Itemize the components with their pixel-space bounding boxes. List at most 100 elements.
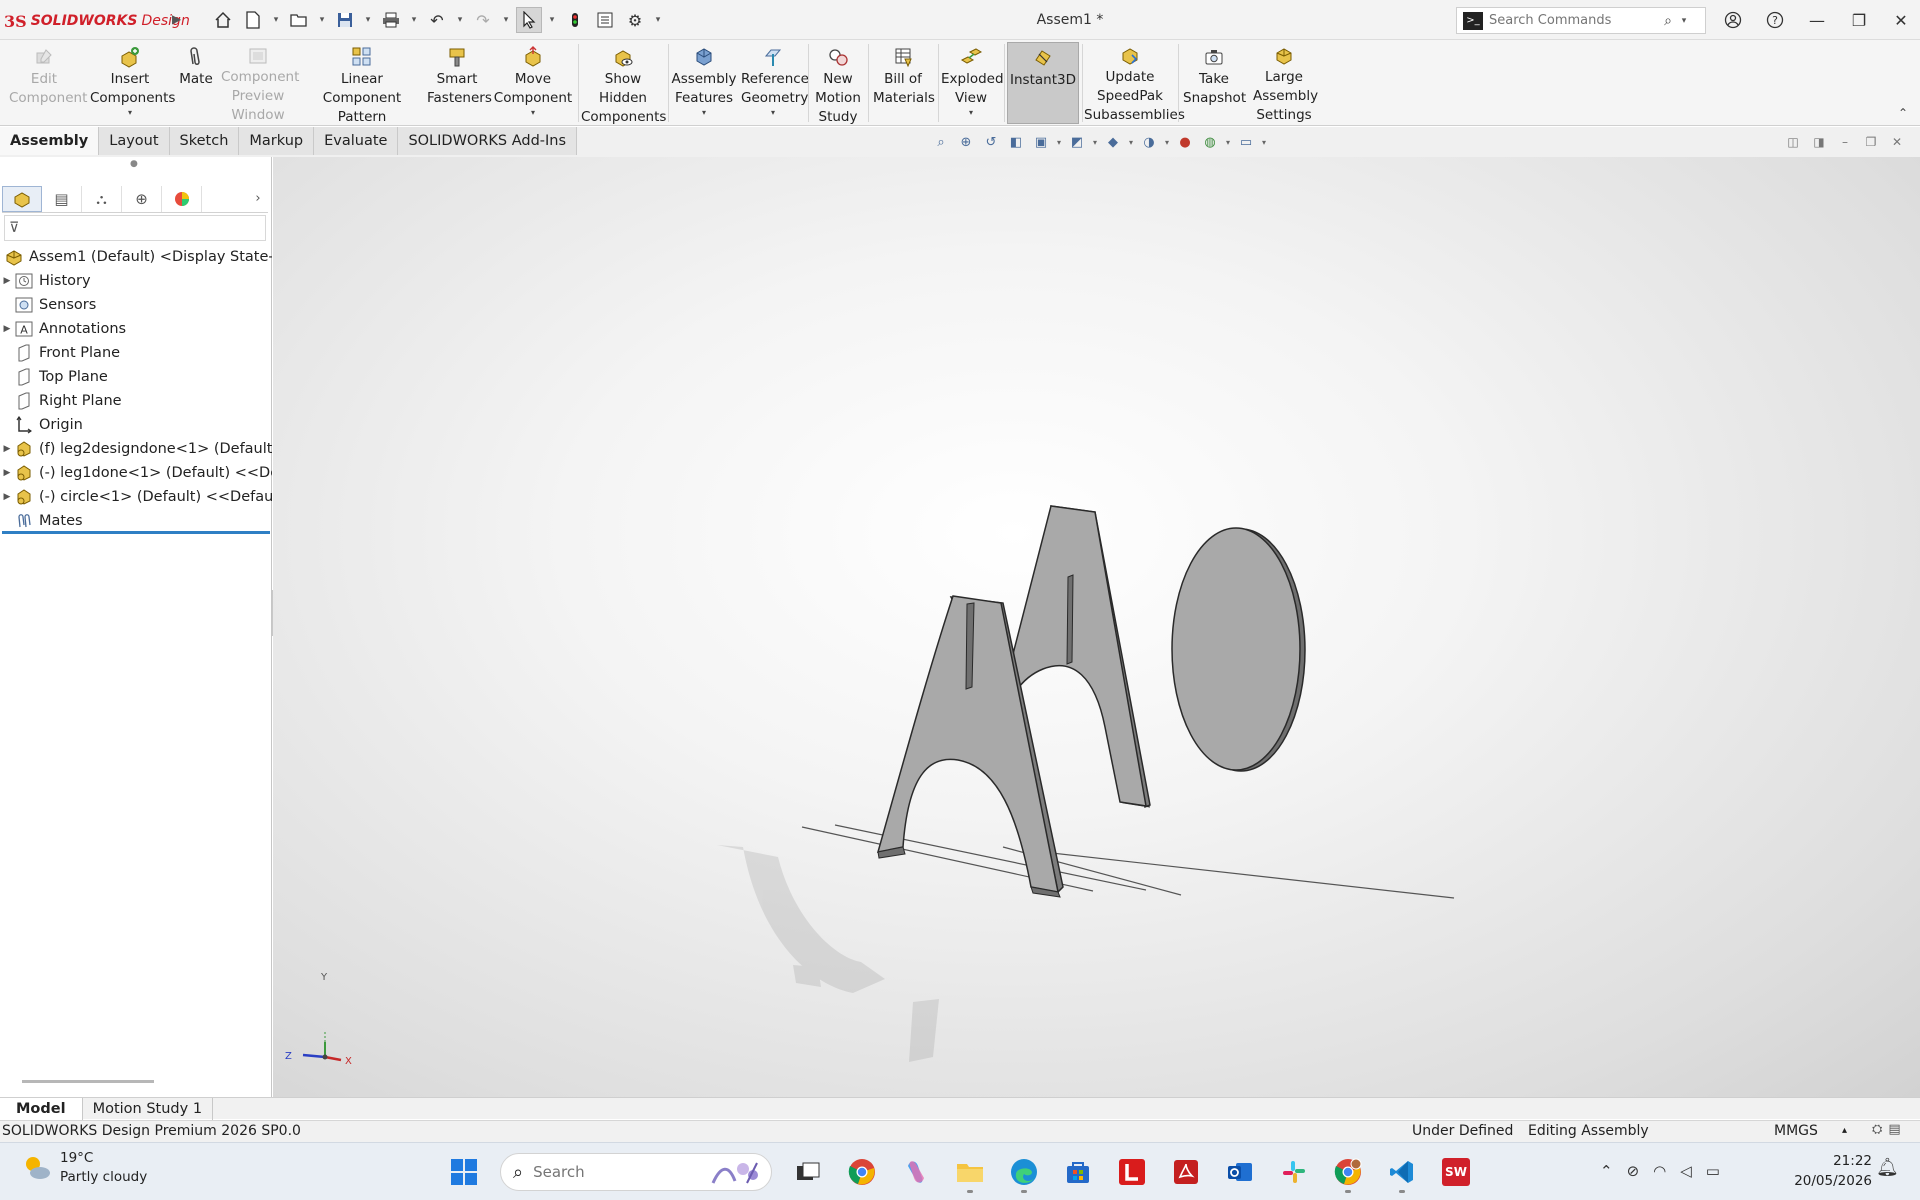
- taskbar-search[interactable]: ⌕: [500, 1153, 772, 1191]
- minimize-icon[interactable]: —: [1798, 6, 1836, 34]
- undo-dropdown-icon[interactable]: ▾: [454, 15, 466, 25]
- doc-restore-icon[interactable]: ❐: [1862, 133, 1880, 151]
- model-viewport[interactable]: [273, 157, 1920, 1097]
- scene-dropdown-icon[interactable]: ▾: [1224, 138, 1232, 147]
- configuration-manager-tab-icon[interactable]: ⛬: [82, 185, 122, 212]
- linear-pattern-button[interactable]: Linear Component Pattern ▾: [300, 42, 424, 136]
- save-icon[interactable]: [332, 7, 358, 33]
- search-dropdown-icon[interactable]: ▾: [1677, 16, 1691, 26]
- dynamic-annotation-icon[interactable]: ▣: [1030, 132, 1052, 152]
- expand-arrow-icon[interactable]: ▶: [0, 468, 14, 478]
- windows-start-icon[interactable]: [442, 1150, 486, 1194]
- previous-view-icon[interactable]: ↺: [980, 132, 1002, 152]
- options-dropdown-icon[interactable]: ▾: [652, 15, 664, 25]
- move-component-button[interactable]: Move Component ▾: [490, 42, 576, 124]
- vscode-icon[interactable]: [1380, 1150, 1424, 1194]
- tree-filter[interactable]: ⊽: [4, 215, 266, 241]
- task-view-icon[interactable]: [786, 1150, 830, 1194]
- onedrive-offline-icon[interactable]: ⊘: [1627, 1162, 1640, 1180]
- undo-icon[interactable]: ↶: [424, 7, 450, 33]
- new-dropdown-icon[interactable]: ▾: [270, 15, 282, 25]
- expand-arrow-icon[interactable]: ▶: [0, 276, 14, 286]
- view-settings-icon[interactable]: ▭: [1235, 132, 1257, 152]
- solidworks-taskbar-icon[interactable]: SW: [1434, 1150, 1478, 1194]
- microsoft-store-icon[interactable]: [1056, 1150, 1100, 1194]
- chrome-icon[interactable]: [840, 1150, 884, 1194]
- view-dropdown-icon[interactable]: ▾: [1055, 138, 1063, 147]
- tree-item-part-leg2[interactable]: ▶ (f) leg2designdone<1> (Default): [0, 437, 272, 461]
- tree-item-mates[interactable]: Mates: [0, 509, 272, 533]
- tags-icon[interactable]: ▤: [1888, 1122, 1900, 1137]
- move-component-dropdown-icon[interactable]: ▾: [531, 108, 535, 118]
- zoom-to-fit-icon[interactable]: ⌕: [930, 132, 952, 152]
- home-icon[interactable]: [210, 7, 236, 33]
- search-commands-input[interactable]: [1489, 13, 1659, 28]
- tree-item-front-plane[interactable]: Front Plane: [0, 341, 272, 365]
- panel-grip-icon[interactable]: ●: [130, 159, 138, 169]
- tile-left-icon[interactable]: ◫: [1784, 133, 1802, 151]
- instant3d-button[interactable]: Instant3D: [1007, 42, 1079, 124]
- update-speedpak-button[interactable]: Update SpeedPak Subassemblies: [1084, 42, 1185, 124]
- new-motion-study-button[interactable]: New Motion Study: [810, 42, 866, 125]
- rebuild-icon[interactable]: [562, 7, 588, 33]
- doc-minimize-icon[interactable]: –: [1836, 133, 1854, 151]
- rollback-bar[interactable]: [2, 531, 270, 534]
- units-dropdown-icon[interactable]: ▴: [1842, 1125, 1847, 1136]
- section-view-icon[interactable]: ◧: [1005, 132, 1027, 152]
- tree-item-history[interactable]: ▶ History: [0, 269, 272, 293]
- tree-item-part-leg1[interactable]: ▶ (-) leg1done<1> (Default) <<Default>_D…: [0, 461, 272, 485]
- property-manager-tab-icon[interactable]: ▤: [42, 185, 82, 212]
- show-hidden-icons-icon[interactable]: ⌃: [1600, 1162, 1613, 1180]
- pdf-reader-icon[interactable]: [1164, 1150, 1208, 1194]
- orientation-dropdown-icon[interactable]: ▾: [1091, 138, 1099, 147]
- unit-system[interactable]: MMGS: [1774, 1123, 1818, 1139]
- wifi-icon[interactable]: ◠: [1653, 1162, 1666, 1180]
- solidworks-logo[interactable]: 3S SOLIDWORKS Design: [4, 10, 190, 32]
- hide-show-items-icon[interactable]: ◑: [1138, 132, 1160, 152]
- menu-expand-icon[interactable]: ▶: [172, 12, 181, 26]
- slack-icon[interactable]: [1272, 1150, 1316, 1194]
- view-settings-dropdown-icon[interactable]: ▾: [1260, 138, 1268, 147]
- zoom-to-area-icon[interactable]: ⊕: [955, 132, 977, 152]
- print-icon[interactable]: [378, 7, 404, 33]
- expand-arrow-icon[interactable]: ▶: [0, 324, 14, 334]
- close-icon[interactable]: ✕: [1882, 6, 1920, 34]
- tab-assembly[interactable]: Assembly: [0, 127, 100, 155]
- display-manager-tab-icon[interactable]: [162, 185, 202, 212]
- expand-arrow-icon[interactable]: ▶: [0, 444, 14, 454]
- assembly-features-dropdown-icon[interactable]: ▾: [702, 108, 706, 118]
- apply-scene-icon[interactable]: ◍: [1199, 132, 1221, 152]
- save-dropdown-icon[interactable]: ▾: [362, 15, 374, 25]
- edge-icon[interactable]: [1002, 1150, 1046, 1194]
- volume-icon[interactable]: ◁: [1680, 1162, 1692, 1180]
- part-circle[interactable]: [1171, 527, 1306, 772]
- tree-item-top-plane[interactable]: Top Plane: [0, 365, 272, 389]
- tree-horizontal-scrollbar[interactable]: [22, 1080, 154, 1083]
- filter-icon[interactable]: ⊽: [9, 220, 19, 236]
- bill-of-materials-button[interactable]: Bill of Materials: [870, 42, 936, 124]
- system-clock[interactable]: 21:22 20/05/2026: [1778, 1151, 1872, 1191]
- graphics-area[interactable]: Y X Z ⌂ ⛁ ▱ ▦ ◕ ☰ ⧉: [273, 157, 1920, 1097]
- search-commands-box[interactable]: >_ ⌕ ▾: [1456, 7, 1706, 34]
- file-explorer-taskbar-icon[interactable]: [948, 1150, 992, 1194]
- mate-button[interactable]: Mate: [176, 42, 216, 124]
- exploded-view-button[interactable]: Exploded View ▾: [940, 42, 1004, 124]
- insert-components-button[interactable]: Insert Components ▾: [86, 42, 175, 124]
- tab-markup[interactable]: Markup: [239, 127, 315, 155]
- redo-icon[interactable]: ↷: [470, 7, 496, 33]
- expand-arrow-icon[interactable]: ▶: [0, 492, 14, 502]
- options-gear-icon[interactable]: ⚙: [622, 7, 648, 33]
- show-hidden-button[interactable]: Show Hidden Components: [580, 42, 666, 125]
- tree-filter-input[interactable]: [25, 220, 246, 236]
- exploded-view-dropdown-icon[interactable]: ▾: [969, 108, 973, 118]
- redo-dropdown-icon[interactable]: ▾: [500, 15, 512, 25]
- print-dropdown-icon[interactable]: ▾: [408, 15, 420, 25]
- tree-item-origin[interactable]: Origin: [0, 413, 272, 437]
- tree-item-sensors[interactable]: Sensors: [0, 293, 272, 317]
- chrome-profile-icon[interactable]: [1326, 1150, 1370, 1194]
- notifications-bell-icon[interactable]: 🔔︎: [1876, 1157, 1899, 1178]
- dimxpert-tab-icon[interactable]: ⊕: [122, 185, 162, 212]
- reference-geometry-dropdown-icon[interactable]: ▾: [771, 108, 775, 118]
- help-icon[interactable]: ?: [1756, 6, 1794, 34]
- tab-motion-study[interactable]: Motion Study 1: [83, 1098, 214, 1120]
